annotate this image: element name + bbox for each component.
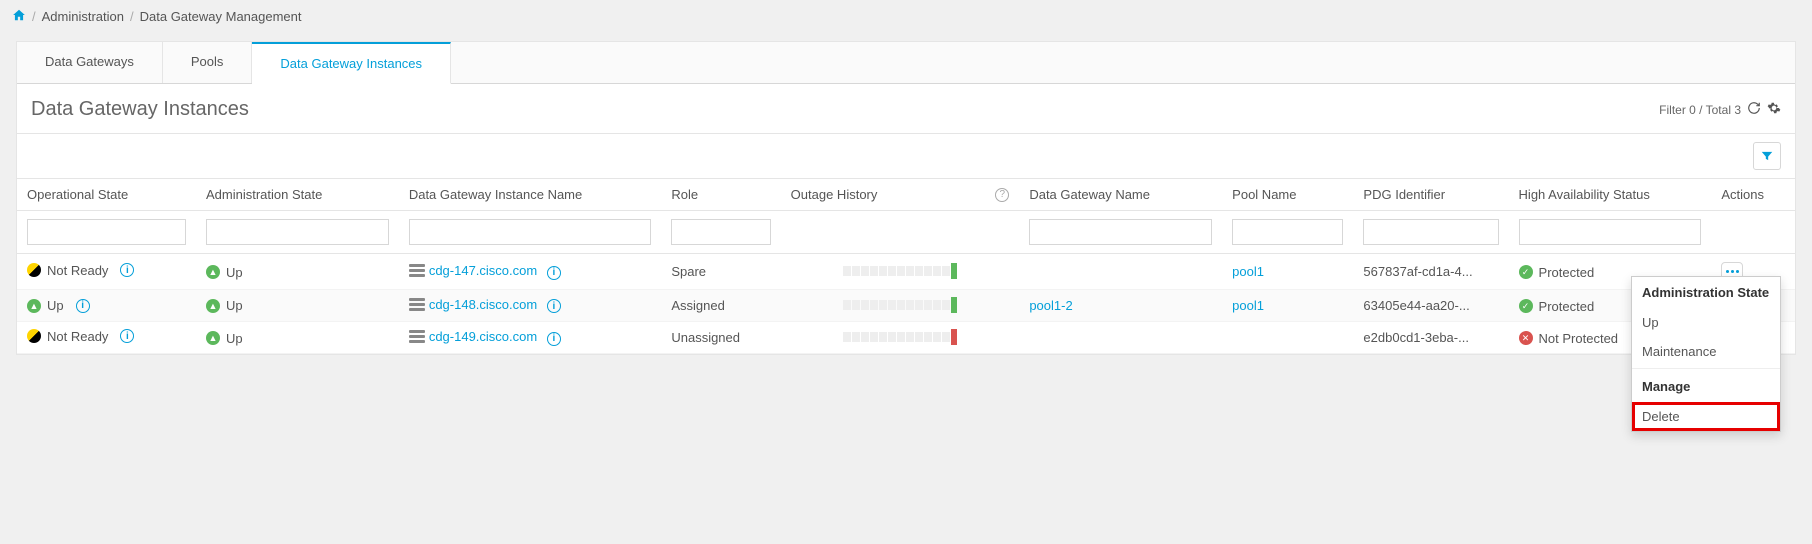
col-pool-name[interactable]: Pool Name xyxy=(1222,179,1353,211)
ha-status-label: Not Protected xyxy=(1539,331,1619,346)
tab-label: Pools xyxy=(191,54,224,69)
actions-dropdown: Administration State Up Maintenance Mana… xyxy=(1631,276,1781,432)
table-row[interactable]: ▲Upi▲Upcdg-148.cisco.com iAssignedpool1-… xyxy=(17,289,1795,321)
instance-name-link[interactable]: cdg-148.cisco.com xyxy=(429,297,537,312)
table-filter-row xyxy=(17,211,1795,254)
filter-ha-status[interactable] xyxy=(1519,219,1702,245)
filter-gateway-name[interactable] xyxy=(1029,219,1212,245)
col-ha-status[interactable]: High Availability Status xyxy=(1509,179,1712,211)
ha-status-label: Protected xyxy=(1539,265,1595,280)
dropdown-separator xyxy=(1632,368,1780,369)
check-icon: ✓ xyxy=(1519,265,1533,279)
up-arrow-icon: ▲ xyxy=(27,299,41,313)
outage-history-bar xyxy=(843,297,957,313)
col-operational-state[interactable]: Operational State xyxy=(17,179,196,211)
home-icon[interactable] xyxy=(12,8,26,25)
role-value: Unassigned xyxy=(671,330,740,345)
col-pdg-identifier[interactable]: PDG Identifier xyxy=(1353,179,1508,211)
col-outage-history[interactable]: Outage History ? xyxy=(781,179,1020,211)
error-icon: ✕ xyxy=(1519,331,1533,345)
info-icon[interactable]: i xyxy=(120,263,134,277)
filter-pool-name[interactable] xyxy=(1232,219,1343,245)
ha-status-label: Protected xyxy=(1539,299,1595,314)
tab-bar: Data Gateways Pools Data Gateway Instanc… xyxy=(17,42,1795,84)
help-icon[interactable]: ? xyxy=(995,188,1009,202)
col-administration-state[interactable]: Administration State xyxy=(196,179,399,211)
pdg-identifier-value: e2db0cd1-3eba-... xyxy=(1363,330,1469,345)
server-icon xyxy=(409,298,425,313)
server-icon xyxy=(409,330,425,345)
up-arrow-icon: ▲ xyxy=(206,299,220,313)
col-gateway-name[interactable]: Data Gateway Name xyxy=(1019,179,1222,211)
check-icon: ✓ xyxy=(1519,299,1533,313)
tab-data-gateway-instances[interactable]: Data Gateway Instances xyxy=(252,42,451,84)
filter-bar xyxy=(17,134,1795,178)
col-role[interactable]: Role xyxy=(661,179,780,211)
tab-data-gateways[interactable]: Data Gateways xyxy=(17,42,163,83)
op-state-label: Not Ready xyxy=(47,263,108,278)
col-instance-name[interactable]: Data Gateway Instance Name xyxy=(399,179,662,211)
info-icon[interactable]: i xyxy=(547,332,561,346)
section-header: Data Gateway Instances Filter 0 / Total … xyxy=(17,84,1795,134)
dropdown-item-delete[interactable]: Delete xyxy=(1632,402,1780,431)
filter-summary: Filter 0 / Total 3 xyxy=(1659,103,1741,117)
admin-state-label: Up xyxy=(226,265,243,280)
breadcrumb-item[interactable]: Administration xyxy=(42,9,124,24)
col-actions[interactable]: Actions xyxy=(1711,179,1795,211)
info-icon[interactable]: i xyxy=(120,329,134,343)
filter-instance-name[interactable] xyxy=(409,219,652,245)
outage-history-bar xyxy=(843,329,957,345)
tab-label: Data Gateways xyxy=(45,54,134,69)
filter-toggle-button[interactable] xyxy=(1753,142,1781,170)
pdg-identifier-value: 567837af-cd1a-4... xyxy=(1363,264,1472,279)
role-value: Assigned xyxy=(671,298,724,313)
gateway-name-link[interactable]: pool1-2 xyxy=(1029,298,1072,313)
dropdown-item-up[interactable]: Up xyxy=(1632,308,1780,337)
info-icon[interactable]: i xyxy=(76,299,90,313)
filter-role[interactable] xyxy=(671,219,770,245)
section-title: Data Gateway Instances xyxy=(31,98,249,121)
table-row[interactable]: Not Ready i ▲ Up cdg-147.cisco.com i Spare poo… xyxy=(17,254,1795,290)
not-ready-icon xyxy=(27,263,41,277)
main-panel: Data Gateways Pools Data Gateway Instanc… xyxy=(16,41,1796,355)
info-icon[interactable]: i xyxy=(547,266,561,280)
filter-pdg-identifier[interactable] xyxy=(1363,219,1498,245)
dropdown-header: Manage xyxy=(1632,371,1780,402)
pool-name-link[interactable]: pool1 xyxy=(1232,298,1264,313)
instance-name-link[interactable]: cdg-149.cisco.com xyxy=(429,329,537,344)
tab-pools[interactable]: Pools xyxy=(163,42,253,83)
server-icon xyxy=(409,264,425,279)
up-arrow-icon: ▲ xyxy=(206,331,220,345)
pool-name-link[interactable]: pool1 xyxy=(1232,264,1264,279)
refresh-icon[interactable] xyxy=(1747,101,1761,118)
breadcrumb-item[interactable]: Data Gateway Management xyxy=(140,9,302,24)
filter-operational-state[interactable] xyxy=(27,219,186,245)
table-row[interactable]: Not Ready i ▲ Up cdg-149.cisco.com i Unassign… xyxy=(17,321,1795,354)
breadcrumb-separator: / xyxy=(32,9,36,24)
outage-history-bar xyxy=(843,263,957,279)
instance-name-link[interactable]: cdg-147.cisco.com xyxy=(429,263,537,278)
dropdown-header: Administration State xyxy=(1632,277,1780,308)
info-icon[interactable]: i xyxy=(547,299,561,313)
admin-state-label: Up xyxy=(226,298,243,313)
section-tools: Filter 0 / Total 3 xyxy=(1659,101,1781,118)
admin-state-label: Up xyxy=(226,331,243,346)
op-state-label: Not Ready xyxy=(47,329,108,344)
table-header-row: Operational State Administration State D… xyxy=(17,179,1795,211)
dropdown-item-maintenance[interactable]: Maintenance xyxy=(1632,337,1780,366)
col-label: Outage History xyxy=(791,187,878,202)
filter-administration-state[interactable] xyxy=(206,219,389,245)
data-table: Operational State Administration State D… xyxy=(17,178,1795,354)
breadcrumb-separator: / xyxy=(130,9,134,24)
op-state-label: Up xyxy=(47,298,64,313)
gear-icon[interactable] xyxy=(1767,101,1781,118)
tab-label: Data Gateway Instances xyxy=(280,56,422,71)
not-ready-icon xyxy=(27,329,41,343)
breadcrumb: / Administration / Data Gateway Manageme… xyxy=(0,0,1812,33)
role-value: Spare xyxy=(671,264,706,279)
pdg-identifier-value: 63405e44-aa20-... xyxy=(1363,298,1469,313)
up-arrow-icon: ▲ xyxy=(206,265,220,279)
